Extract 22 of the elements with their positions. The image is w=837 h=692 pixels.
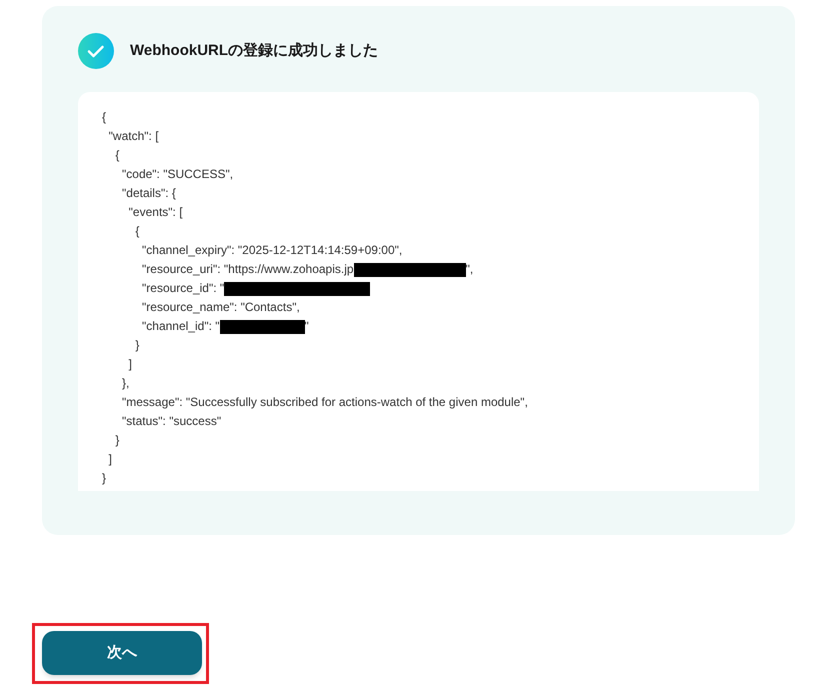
code-line: "resource_name": "Contacts",	[141, 299, 301, 316]
code-line: "events": [	[128, 204, 184, 221]
code-line: "code": "SUCCESS",	[121, 166, 234, 183]
next-button[interactable]: 次へ	[42, 631, 202, 675]
code-line: ]	[128, 356, 134, 373]
code-line: {	[102, 109, 108, 126]
result-title: WebhookURLの登録に成功しました	[130, 40, 378, 61]
code-line: "resource_id": "	[102, 279, 759, 298]
code-line: ]	[108, 451, 114, 468]
code-line: {	[134, 223, 140, 240]
code-line: "channel_id": " "	[141, 318, 310, 336]
code-line: "watch": [	[108, 128, 160, 145]
code-line: }	[114, 432, 120, 449]
code-line: "channel_expiry": "2025-12-12T14:14:59+09:00",	[141, 242, 404, 259]
code-line: {	[114, 147, 120, 164]
code-line: },	[121, 375, 130, 392]
code-line: }	[134, 337, 140, 354]
code-line: "status": "success"	[121, 413, 222, 430]
code-line: }	[102, 470, 108, 487]
code-line: "details": {	[121, 185, 177, 202]
code-line: "message": "Successfully subscribed for actions-watch of the given module",	[121, 394, 529, 411]
code-line: "resource_uri": "https://www.zohoapis.jp ",	[141, 261, 474, 279]
